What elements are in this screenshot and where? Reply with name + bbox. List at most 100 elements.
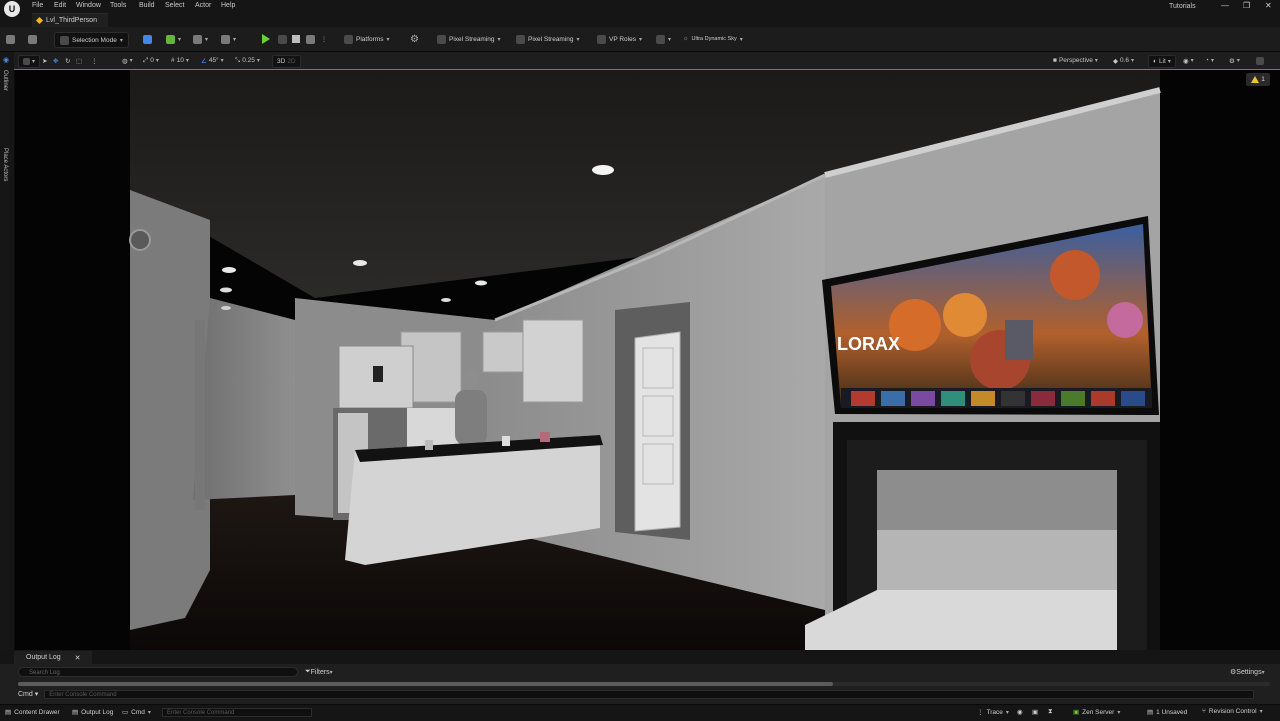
angle-snap[interactable]: ∠ 45° ▾ bbox=[201, 55, 224, 66]
platforms-dropdown[interactable]: Platforms ▾ bbox=[344, 32, 389, 46]
menu-build[interactable]: Build bbox=[139, 2, 155, 9]
menu-tools[interactable]: Tools bbox=[110, 2, 126, 9]
step-icon[interactable] bbox=[278, 32, 287, 46]
server-icon: ▣ bbox=[1073, 709, 1080, 716]
blueprints-icon[interactable]: ▾ bbox=[193, 32, 208, 46]
camera-icon: ■ bbox=[1053, 57, 1057, 64]
minimize-button[interactable]: — bbox=[1221, 1, 1229, 10]
sidebar-toggle-icon[interactable]: ◉ bbox=[3, 56, 9, 64]
content-drawer-button[interactable]: ▤ Content Drawer bbox=[5, 708, 60, 717]
place-actors-tab[interactable]: Place Actors bbox=[2, 148, 8, 181]
save-icon[interactable] bbox=[6, 32, 15, 46]
stop-button[interactable] bbox=[292, 32, 300, 46]
pixel-streaming-label-1: Pixel Streaming bbox=[449, 35, 495, 43]
selection-mode-label: Selection Mode bbox=[72, 36, 117, 44]
cmd-dropdown[interactable]: Cmd ▾ bbox=[18, 690, 38, 698]
screenshot-icon[interactable]: ▣ bbox=[1032, 708, 1038, 716]
warning-icon bbox=[1251, 76, 1260, 83]
chevron-down-icon: ▾ bbox=[1261, 669, 1265, 676]
eject-icon[interactable] bbox=[306, 32, 315, 46]
warning-badge[interactable]: 1 bbox=[1246, 73, 1270, 86]
statusbar-console-input-wrap: Enter Console Command bbox=[162, 708, 312, 717]
view-mode-dropdown[interactable]: ◐ Lit ▾ bbox=[1148, 55, 1176, 68]
angle-snap-value: 45° bbox=[208, 57, 219, 64]
log-console-row: Cmd ▾ Enter Console Command bbox=[18, 689, 1272, 699]
menu-select[interactable]: Select bbox=[165, 2, 184, 9]
surface-snap[interactable]: ⤢ 0 ▾ bbox=[143, 55, 159, 66]
menu-window[interactable]: Window bbox=[76, 2, 101, 9]
grid-snap[interactable]: #10 ▾ bbox=[171, 55, 189, 66]
move-icon[interactable]: ✥ bbox=[53, 55, 58, 66]
search-log-input[interactable]: Search Log bbox=[18, 667, 298, 677]
menu-actor[interactable]: Actor bbox=[195, 2, 211, 9]
settings-gear-icon[interactable]: ⚙ bbox=[410, 32, 419, 46]
menu-edit[interactable]: Edit bbox=[54, 2, 66, 9]
pixel-streaming-dropdown-2[interactable]: Pixel Streaming ▾ bbox=[516, 32, 580, 46]
performance-dropdown[interactable]: ◔ ▾ bbox=[1205, 55, 1214, 66]
select-mode-icon bbox=[60, 35, 69, 45]
zen-server-label: Zen Server bbox=[1082, 708, 1115, 716]
viewport-layout-icon[interactable] bbox=[1256, 55, 1264, 66]
scale-snap[interactable]: ⤡ 0.25 ▾ bbox=[235, 55, 260, 66]
unsaved-icon: ▤ bbox=[1147, 709, 1154, 716]
world-local-icon[interactable]: ◍ ▾ bbox=[122, 55, 133, 66]
log-settings-dropdown[interactable]: ⚙ Settings ▾ bbox=[1230, 668, 1265, 677]
ultra-dynamic-sky-dropdown[interactable]: ☼ Ultra Dynamic Sky ▾ bbox=[683, 32, 743, 46]
play-button[interactable] bbox=[262, 32, 270, 46]
pixel-streaming-dropdown-1[interactable]: Pixel Streaming ▾ bbox=[437, 32, 501, 46]
add-actor-icon[interactable]: ▾ bbox=[166, 32, 181, 46]
rotate-icon[interactable]: ↻ bbox=[65, 55, 70, 66]
unsaved-button[interactable]: ▤ 1 Unsaved bbox=[1147, 708, 1187, 717]
more-options-icon[interactable]: ⋮ bbox=[91, 55, 98, 66]
lit-icon: ◐ bbox=[1153, 58, 1157, 65]
trace-label: Trace bbox=[986, 708, 1003, 716]
virtual-production-icon[interactable]: ▾ bbox=[656, 32, 671, 46]
close-button[interactable]: ✕ bbox=[1265, 1, 1272, 10]
scale-snap-value: 0.25 bbox=[242, 57, 255, 64]
show-flags-dropdown[interactable]: ◉ ▾ bbox=[1183, 55, 1194, 66]
selection-mode-dropdown[interactable]: Selection Mode ▾ bbox=[54, 32, 129, 48]
timer-icon[interactable]: ⧗ bbox=[1048, 708, 1053, 716]
output-log-tab[interactable]: Output Log ✕ bbox=[14, 651, 92, 664]
log-scrollbar-thumb[interactable] bbox=[18, 682, 833, 686]
camera-speed-dropdown[interactable]: ◆ 0.6 ▾ bbox=[1113, 55, 1134, 66]
level-tab[interactable]: Lvl_ThirdPerson bbox=[32, 13, 108, 28]
scale-icon[interactable]: ⬚ bbox=[76, 55, 82, 66]
zen-server-dropdown[interactable]: ▣ Zen Server ▾ bbox=[1073, 708, 1120, 717]
log-icon: ▤ bbox=[72, 709, 79, 716]
record-icon[interactable]: ◉ bbox=[1017, 708, 1023, 716]
content-browser-icon[interactable] bbox=[28, 32, 37, 46]
trace-dropdown[interactable]: ⋮ Trace ▾ bbox=[977, 708, 1009, 717]
statusbar-cmd-dropdown[interactable]: ▭ Cmd ▾ bbox=[122, 708, 151, 717]
close-tab-icon[interactable]: ✕ bbox=[75, 654, 81, 662]
maximize-button[interactable]: ❐ bbox=[1243, 1, 1250, 10]
eye-icon: ◉ bbox=[1183, 57, 1189, 65]
left-sidebar bbox=[0, 52, 15, 650]
pixel-streaming-icon bbox=[437, 34, 446, 44]
unreal-logo-icon[interactable]: U bbox=[4, 1, 20, 17]
viewport-settings-dropdown[interactable]: ⚙ ▾ bbox=[1229, 55, 1240, 66]
perspective-dropdown[interactable]: ■ Perspective ▾ bbox=[1053, 55, 1098, 66]
vp-roles-dropdown[interactable]: VP Roles ▾ bbox=[597, 32, 642, 46]
filters-dropdown[interactable]: ⏷ Filters ▾ bbox=[305, 668, 333, 676]
grid-snap-icon: # bbox=[171, 57, 175, 64]
outliner-tab[interactable]: Outliner bbox=[2, 70, 8, 91]
output-log-button[interactable]: ▤ Output Log bbox=[72, 708, 113, 717]
level-viewport[interactable]: LORAX bbox=[15, 70, 1280, 650]
console-command-input[interactable]: Enter Console Command bbox=[44, 689, 1255, 699]
menu-file[interactable]: File bbox=[32, 2, 43, 9]
camera-speed-value: 0.6 bbox=[1120, 57, 1130, 64]
revision-control-label: Revision Control bbox=[1208, 708, 1257, 715]
cinematics-icon[interactable]: ▾ bbox=[221, 32, 236, 46]
revision-control-dropdown[interactable]: ⑂ Revision Control ▾ bbox=[1202, 708, 1263, 715]
view-3d-toggle[interactable]: 3D 2D bbox=[272, 55, 301, 68]
scale-snap-icon: ⤡ bbox=[235, 56, 241, 64]
select-arrow-icon[interactable]: ➤ bbox=[42, 55, 47, 66]
menu-help[interactable]: Help bbox=[221, 2, 235, 9]
statusbar-console-input[interactable]: Enter Console Command bbox=[162, 708, 312, 717]
play-options-icon[interactable]: ⋮ bbox=[321, 32, 327, 46]
transform-select-icon[interactable]: ▾ bbox=[18, 55, 41, 68]
perspective-label: Perspective bbox=[1058, 57, 1093, 64]
modeling-mode-icon[interactable] bbox=[143, 32, 152, 46]
warning-count: 1 bbox=[1261, 76, 1265, 83]
